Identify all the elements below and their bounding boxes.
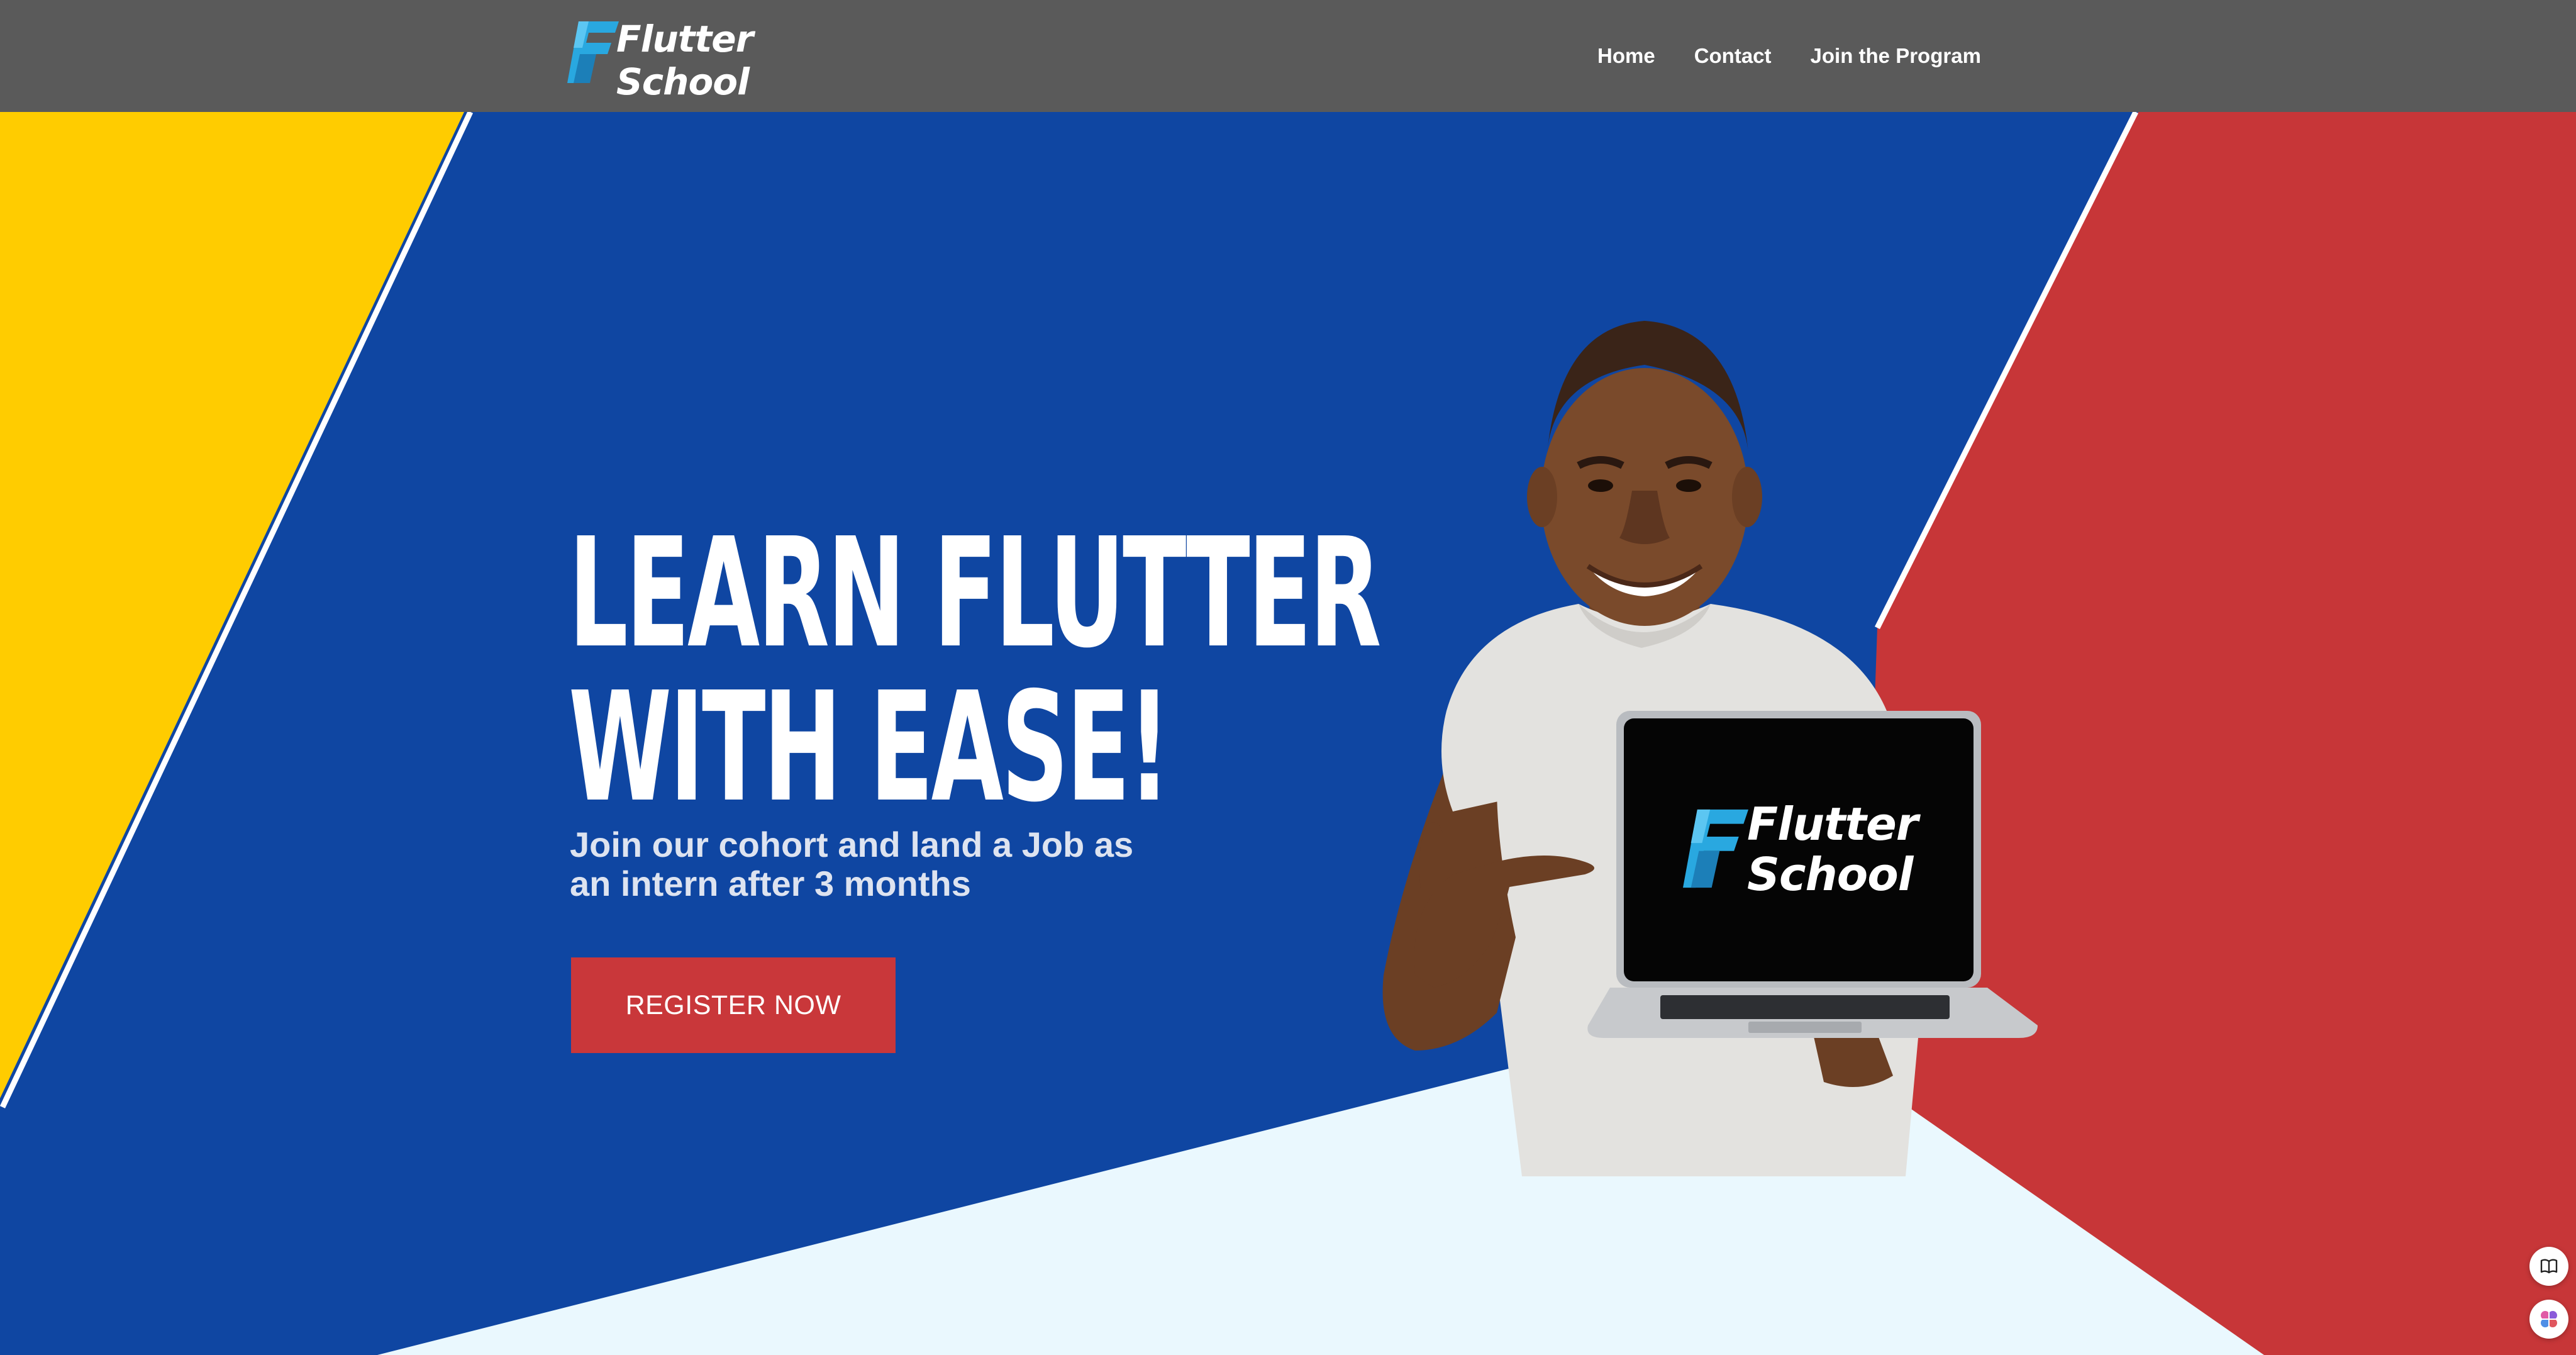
logo-line-2: School	[616, 60, 750, 103]
nav-link-join-program[interactable]: Join the Program	[1811, 44, 1981, 68]
headline-line-1: LEARN FLUTTER	[569, 505, 1382, 681]
book-icon	[2540, 1259, 2558, 1274]
top-navigation-bar: Flutter School Home Contact Join the Pro…	[0, 0, 2576, 112]
laptop-flutter-logo-icon	[1683, 809, 1748, 888]
laptop-screen-logo: Flutter School	[1683, 799, 1947, 912]
logo-line-1: Flutter	[616, 18, 753, 60]
hero-subtitle: Join our cohort and land a Job as an int…	[570, 825, 1134, 903]
nav-link-home[interactable]: Home	[1597, 44, 1655, 68]
flutter-logo-icon	[567, 21, 619, 83]
register-now-button[interactable]: REGISTER NOW	[571, 957, 896, 1053]
main-nav: Home Contact Join the Program	[1597, 0, 1981, 112]
laptop-logo-line-1: Flutter	[1747, 798, 1918, 850]
reader-widget-button[interactable]	[2529, 1247, 2568, 1286]
hero-headline: LEARN FLUTTER WITH EASE!	[569, 505, 1382, 835]
flutter-school-logo[interactable]: Flutter School	[567, 18, 769, 103]
logo-wordmark: Flutter School	[616, 18, 753, 103]
laptop-logo-line-2: School	[1747, 848, 1913, 901]
ai-assistant-widget-button[interactable]	[2529, 1300, 2568, 1339]
brain-icon	[2541, 1311, 2557, 1327]
headline-line-2: WITH EASE!	[569, 659, 1170, 835]
nav-link-contact[interactable]: Contact	[1694, 44, 1772, 68]
laptop-logo-wordmark: Flutter School	[1747, 799, 1918, 900]
hero-person-with-laptop-image	[1382, 321, 2038, 1176]
